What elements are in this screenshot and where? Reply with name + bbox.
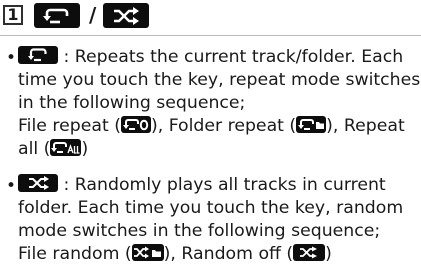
- file-random-icon: [131, 243, 164, 261]
- random-line-2: folder. Each time you touch the key, ran…: [18, 198, 404, 218]
- repeat-line-5: all ( ): [18, 138, 88, 160]
- bullet-repeat: •: [6, 48, 17, 68]
- section-header: 1 /: [0, 0, 421, 34]
- file-random-label: File random (: [18, 244, 132, 264]
- repeat-line-4: File repeat ( ), Folder repeat ( ), Repe…: [18, 115, 405, 137]
- random-off-label: ), Random off (: [163, 244, 294, 264]
- header-divider: [0, 35, 421, 36]
- repeat-line-2: time you touch the key, repeat mode swit…: [18, 70, 421, 90]
- random-line-3: mode switches in the following sequence;: [18, 221, 381, 241]
- repeat-line-1: : Repeats the current track/folder. Each: [18, 46, 403, 68]
- repeat-all-icon: [50, 138, 82, 156]
- repeat-all-label: ), Repeat: [326, 116, 405, 136]
- folder-repeat-icon: [296, 115, 327, 133]
- random-off-icon: [293, 243, 326, 261]
- random-line-1: : Randomly plays all tracks in current: [18, 174, 386, 196]
- repeat-all-paren-open: all (: [18, 139, 51, 159]
- random-description-1: : Randomly plays all tracks in current: [58, 175, 386, 195]
- repeat-key-icon: [34, 3, 80, 28]
- random-off-paren-close: ): [325, 244, 332, 264]
- step-number: 1: [3, 5, 23, 25]
- repeat-line-3: in the following sequence;: [18, 93, 246, 113]
- separator: /: [89, 3, 97, 27]
- shuffle-key-icon: [103, 3, 149, 28]
- file-repeat-label: File repeat (: [18, 116, 121, 136]
- repeat-description-1: : Repeats the current track/folder. Each: [58, 47, 404, 67]
- random-line-4: File random ( ), Random off ( ): [18, 243, 332, 265]
- folder-repeat-label: ), Folder repeat (: [150, 116, 297, 136]
- repeat-icon: [18, 46, 58, 64]
- repeat-all-paren-close: ): [81, 139, 89, 159]
- file-repeat-icon: [120, 115, 151, 133]
- bullet-random: •: [6, 176, 17, 196]
- shuffle-icon: [18, 174, 58, 192]
